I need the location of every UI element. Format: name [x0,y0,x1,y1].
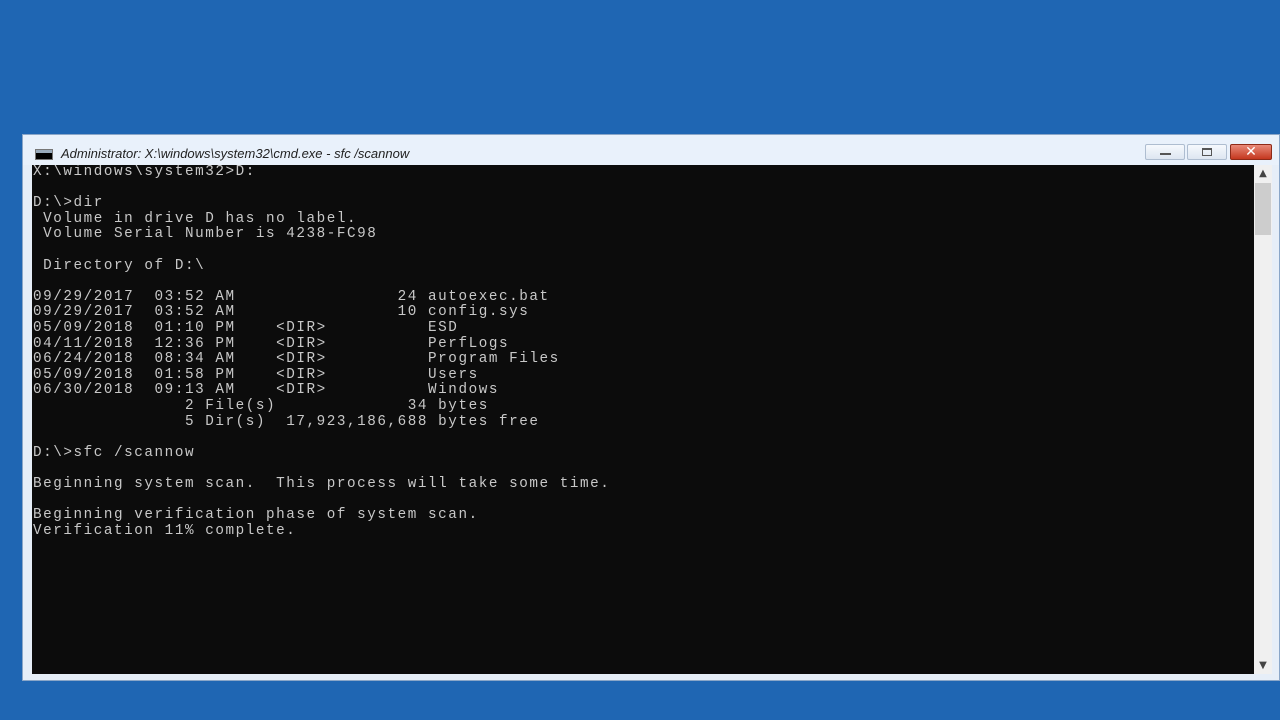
console-output[interactable]: X:\windows\system32>D: D:\>dir Volume in… [32,165,1254,674]
title-bar[interactable]: Administrator: X:\windows\system32\cmd.e… [23,135,1279,165]
close-button[interactable]: ✕ [1230,144,1272,160]
scroll-up-button[interactable]: ▲ [1254,165,1272,182]
console-line: 04/11/2018 12:36 PM <DIR> PerfLogs [33,335,510,352]
console-line: D:\>sfc /scannow [33,444,196,461]
console-line: 2 File(s) 34 bytes [33,397,489,414]
minimize-button[interactable] [1145,144,1185,160]
minimize-icon [1160,153,1171,155]
console-line: Volume in drive D has no label. [33,210,358,227]
console-line: Beginning verification phase of system s… [33,507,479,524]
desktop-background: Administrator: X:\windows\system32\cmd.e… [0,0,1280,720]
console-line: 06/24/2018 08:34 AM <DIR> Program Files [33,351,560,368]
cmd-window[interactable]: Administrator: X:\windows\system32\cmd.e… [22,134,1280,681]
console-line: 09/29/2017 03:52 AM 10 config.sys [33,304,530,321]
window-title: Administrator: X:\windows\system32\cmd.e… [61,146,410,161]
maximize-icon [1202,148,1212,156]
console-line: 05/09/2018 01:10 PM <DIR> ESD [33,319,459,336]
console-line: Directory of D:\ [33,257,206,274]
console-line: 06/30/2018 09:13 AM <DIR> Windows [33,382,499,399]
scroll-down-button[interactable]: ▼ [1254,657,1272,674]
console-line: 09/29/2017 03:52 AM 24 autoexec.bat [33,288,550,305]
close-icon: ✕ [1245,144,1257,160]
console-line: Verification 11% complete. [33,522,297,539]
chevron-up-icon: ▲ [1259,168,1267,179]
scroll-thumb[interactable] [1255,183,1271,235]
console-line: Volume Serial Number is 4238-FC98 [33,226,378,243]
vertical-scrollbar[interactable]: ▲ ▼ [1254,165,1272,674]
cmd-app-icon[interactable] [35,149,53,160]
console-line: D:\>dir [33,195,104,212]
console-text: X:\windows\system32>D: D:\>dir Volume in… [33,165,610,539]
console-line: X:\windows\system32>D: [33,165,256,180]
console-line: 5 Dir(s) 17,923,186,688 bytes free [33,413,540,430]
chevron-down-icon: ▼ [1259,660,1267,671]
console-line: 05/09/2018 01:58 PM <DIR> Users [33,366,479,383]
console-line: Beginning system scan. This process will… [33,475,611,492]
maximize-button[interactable] [1187,144,1227,160]
